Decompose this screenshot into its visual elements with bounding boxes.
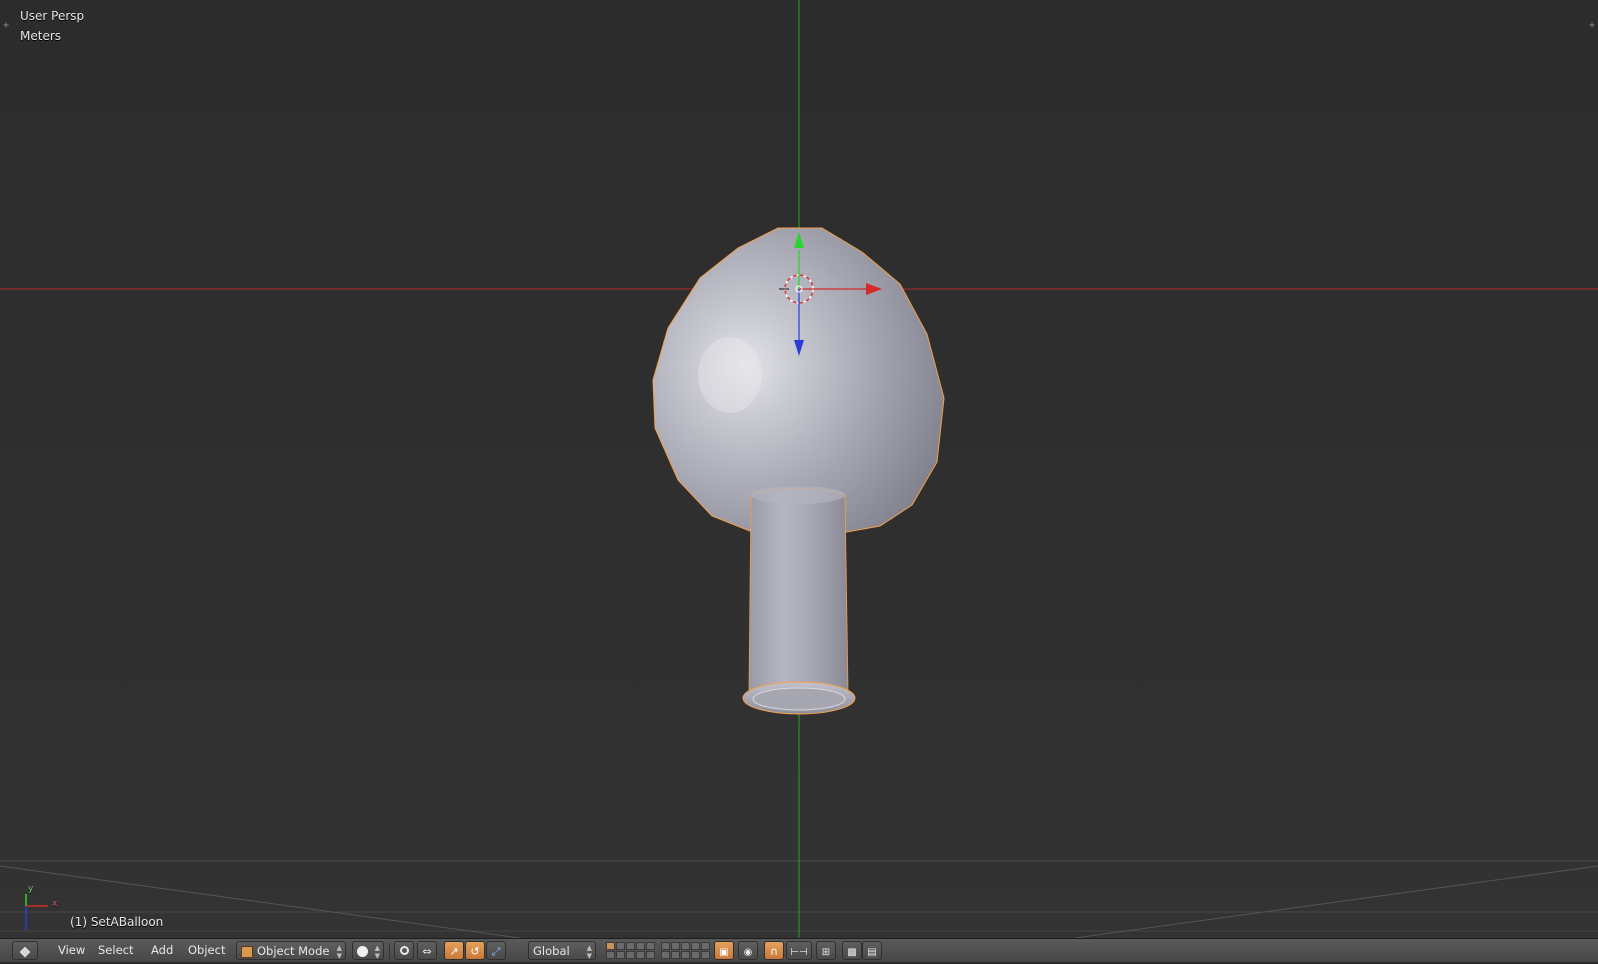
balloon-neck-top	[751, 486, 845, 504]
dropdown-arrows-icon: ▲ ▼	[586, 944, 592, 960]
object-mode-icon	[241, 946, 253, 958]
layer-button[interactable]	[626, 942, 635, 950]
layer-button[interactable]	[606, 951, 615, 959]
layer-button[interactable]	[681, 942, 690, 950]
balloon-highlight	[698, 337, 762, 413]
snap-toggle-button[interactable]: ∩	[764, 941, 784, 960]
layer-button[interactable]	[691, 951, 700, 959]
transform-orientation-dropdown[interactable]: Global ▲ ▼	[528, 941, 596, 960]
lock-layers-button[interactable]: ▣	[714, 941, 734, 960]
menu-add[interactable]: Add	[145, 941, 179, 960]
region-split-right-icon[interactable]: +	[1589, 20, 1595, 31]
render-anim-icon: ▤	[867, 947, 877, 958]
scale-icon: ⤢	[491, 945, 501, 958]
balloon-rim-inner	[752, 687, 846, 711]
menu-view[interactable]: View	[52, 941, 91, 960]
solid-sphere-icon	[357, 946, 368, 957]
layer-button[interactable]	[701, 942, 710, 950]
3d-view-header: View Select Add Object Object Mode ▲ ▼ ▲ ▼…	[0, 938, 1598, 962]
layer-button[interactable]	[671, 942, 680, 950]
layer-button[interactable]	[701, 951, 710, 959]
editor-type-button[interactable]	[12, 941, 38, 960]
rotate-button[interactable]: ↺	[465, 941, 485, 960]
viewport-shading-dropdown[interactable]: ▲ ▼	[352, 941, 384, 960]
translate-button[interactable]: ↗	[444, 941, 464, 960]
translate-icon: ↗	[449, 945, 459, 958]
region-split-left-icon[interactable]: +	[3, 20, 9, 31]
layer-button[interactable]	[646, 951, 655, 959]
layer-button[interactable]	[616, 951, 625, 959]
menu-select[interactable]: Select	[92, 941, 139, 960]
object-info-label: (1) SetABalloon	[70, 915, 164, 929]
layer-buttons-group-1[interactable]	[606, 942, 655, 959]
viewport-scene	[0, 0, 1598, 938]
render-camera-icon: ▩	[847, 947, 857, 958]
render-camera-button[interactable]: ▩	[842, 941, 862, 960]
dropdown-arrows-icon: ▲ ▼	[336, 944, 342, 960]
layer-button[interactable]	[616, 942, 625, 950]
mini-axis-y-label: y	[28, 884, 34, 894]
pivot-point-button[interactable]	[394, 941, 414, 960]
layer-button[interactable]	[636, 951, 645, 959]
layer-button[interactable]	[671, 951, 680, 959]
balloon-neck	[748, 488, 849, 691]
mini-axis-x-label: x	[52, 899, 58, 909]
scale-button[interactable]: ⤢	[486, 941, 506, 960]
render-anim-button[interactable]: ▤	[862, 941, 882, 960]
rotate-icon: ↺	[470, 945, 480, 958]
snap-magnet-icon: ∩	[769, 945, 779, 958]
layer-button[interactable]	[691, 942, 700, 950]
layer-button[interactable]	[661, 942, 670, 950]
manipulator-toggle-button[interactable]: ⇔	[417, 941, 437, 960]
orientation-label: Global	[533, 944, 570, 958]
snap-target-icon: ⊞	[821, 947, 831, 958]
lock-layers-icon: ▣	[719, 947, 729, 958]
pivot-point-icon	[399, 946, 409, 955]
3d-viewport[interactable]: + + User Persp Meters (1) SetABalloon y …	[0, 0, 1598, 938]
cube-icon	[18, 945, 32, 959]
view-name-label: User Persp	[20, 9, 85, 23]
mode-label: Object Mode	[257, 944, 330, 958]
layer-buttons-group-2[interactable]	[661, 942, 710, 959]
manipulator-toggle-icon: ⇔	[422, 945, 432, 958]
menu-object[interactable]: Object	[182, 941, 231, 960]
floor-grid-perspective-right	[1074, 865, 1598, 938]
snap-target-button[interactable]: ⊞	[816, 941, 836, 960]
snap-element-button[interactable]: ⊢⊣	[786, 941, 812, 960]
units-label: Meters	[20, 29, 62, 43]
layer-button[interactable]	[661, 951, 670, 959]
separator	[389, 943, 390, 959]
mode-dropdown[interactable]: Object Mode ▲ ▼	[236, 941, 346, 960]
layer-button[interactable]	[681, 951, 690, 959]
proportional-edit-button[interactable]: ◉	[738, 941, 758, 960]
layer-button[interactable]	[606, 942, 615, 950]
snap-element-icon: ⊢⊣	[790, 947, 808, 958]
layer-button[interactable]	[646, 942, 655, 950]
dropdown-arrows-icon: ▲ ▼	[374, 944, 380, 960]
proportional-edit-icon: ◉	[743, 947, 753, 958]
layer-button[interactable]	[636, 942, 645, 950]
layer-button[interactable]	[626, 951, 635, 959]
